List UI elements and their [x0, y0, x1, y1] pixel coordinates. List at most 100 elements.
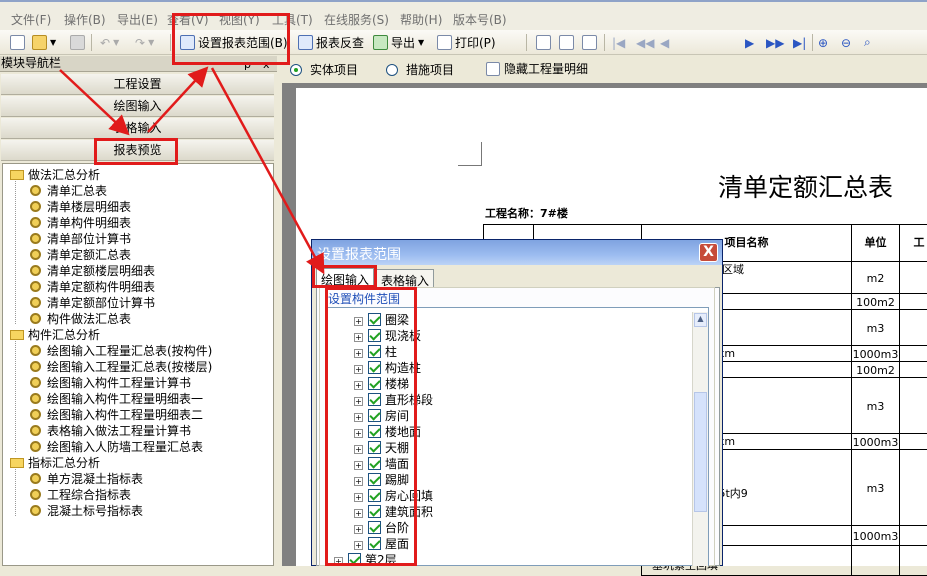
nav-table-input[interactable]: 表格输入 — [1, 118, 274, 139]
expand-icon[interactable]: + — [354, 525, 363, 534]
expand-icon[interactable]: + — [354, 509, 363, 518]
tab-table-input[interactable]: 表格输入 — [376, 269, 435, 288]
tree-item[interactable]: 绘图输入人防墙工程量汇总表 — [30, 440, 203, 454]
component-checkbox-row[interactable]: + 天棚 — [354, 441, 409, 457]
menu-view[interactable]: 查看(V) — [167, 11, 209, 28]
tree-item[interactable]: 清单构件明细表 — [30, 216, 131, 230]
set-report-range-button[interactable]: 设置报表范围(B) — [180, 32, 288, 53]
expand-icon[interactable]: + — [354, 397, 363, 406]
report-check-button[interactable]: 报表反查 — [298, 32, 364, 53]
checkbox[interactable] — [348, 553, 361, 566]
component-checkbox-row[interactable]: + 楼梯 — [354, 377, 409, 393]
expand-icon[interactable]: + — [354, 461, 363, 470]
save-icon[interactable] — [70, 32, 85, 53]
checkbox[interactable] — [368, 473, 381, 486]
expand-icon[interactable]: + — [354, 477, 363, 486]
menu-tools[interactable]: 工具(T) — [272, 11, 313, 28]
menu-operate[interactable]: 操作(B) — [64, 11, 106, 28]
tree-item[interactable]: 工程综合指标表 — [30, 488, 131, 502]
tree-item[interactable]: 绘图输入工程量汇总表(按楼层) — [30, 360, 212, 374]
checkbox[interactable] — [368, 537, 381, 550]
expand-icon[interactable]: + — [354, 445, 363, 454]
scroll-thumb[interactable] — [694, 392, 707, 512]
first-page-icon[interactable]: |◀ — [612, 32, 625, 53]
checkbox[interactable] — [368, 393, 381, 406]
entity-items-radio[interactable]: 实体项目 — [290, 61, 358, 78]
hide-details-button[interactable]: 隐藏工程量明细 — [486, 60, 588, 77]
dialog-close-button[interactable]: X — [699, 243, 718, 262]
expand-icon[interactable]: + — [354, 333, 363, 342]
component-checkbox-row[interactable]: + 踢脚 — [354, 473, 409, 489]
tree-item[interactable]: 清单定额部位计算书 — [30, 296, 155, 310]
nav-drawing-input[interactable]: 绘图输入 — [1, 96, 274, 117]
tree-group[interactable]: 指标汇总分析 — [10, 456, 100, 470]
expand-icon[interactable]: + — [354, 493, 363, 502]
tree-item[interactable]: 混凝土标号指标表 — [30, 504, 143, 518]
checkbox[interactable] — [368, 489, 381, 502]
nav-report-preview[interactable]: 报表预览 — [1, 140, 274, 161]
component-checkbox-row[interactable]: + 构造柱 — [354, 361, 421, 377]
redo-icon[interactable]: ↷ ▼ — [135, 32, 154, 53]
undo-icon[interactable]: ↶ ▼ — [100, 32, 119, 53]
tree-item[interactable]: 清单部位计算书 — [30, 232, 131, 246]
next-fast-icon[interactable]: ▶▶ — [766, 32, 784, 53]
tree-item[interactable]: 绘图输入构件工程量明细表二 — [30, 408, 203, 422]
measure-items-radio[interactable]: 措施项目 — [386, 61, 454, 78]
component-checkbox-row[interactable]: + 圈梁 — [354, 313, 409, 329]
checkbox[interactable] — [368, 409, 381, 422]
tree-item[interactable]: 构件做法汇总表 — [30, 312, 131, 326]
layout-single-icon[interactable] — [536, 32, 551, 53]
checkbox[interactable] — [368, 457, 381, 470]
checkbox[interactable] — [368, 425, 381, 438]
expand-icon[interactable]: + — [354, 381, 363, 390]
close-icon[interactable]: x — [263, 57, 270, 72]
component-checkbox-row[interactable]: + 房心回填 — [354, 489, 433, 505]
floor-checkbox-row[interactable]: + 第2层 — [334, 553, 397, 569]
tree-item[interactable]: 清单定额构件明细表 — [30, 280, 155, 294]
tree-item[interactable]: 表格输入做法工程量计算书 — [30, 424, 191, 438]
tree-group[interactable]: 做法汇总分析 — [10, 168, 100, 182]
expand-icon[interactable]: + — [354, 541, 363, 550]
component-checkbox-row[interactable]: + 柱 — [354, 345, 397, 361]
expand-icon[interactable]: + — [354, 317, 363, 326]
component-checkbox-row[interactable]: + 屋面 — [354, 537, 409, 553]
checkbox[interactable] — [368, 329, 381, 342]
tree-item[interactable]: 单方混凝土指标表 — [30, 472, 143, 486]
prev-fast-icon[interactable]: ◀◀ — [636, 32, 654, 53]
tree-item[interactable]: 清单汇总表 — [30, 184, 107, 198]
zoom-out-icon[interactable]: ⊖ — [841, 32, 851, 53]
print-button[interactable]: 打印(P) — [437, 32, 496, 53]
layout-grid-icon[interactable] — [582, 32, 597, 53]
tree-item[interactable]: 绘图输入构件工程量计算书 — [30, 376, 191, 390]
menu-help[interactable]: 帮助(H) — [400, 11, 442, 28]
component-checkbox-row[interactable]: + 建筑面积 — [354, 505, 433, 521]
menu-export[interactable]: 导出(E) — [117, 11, 158, 28]
last-page-icon[interactable]: ▶| — [793, 32, 806, 53]
zoom-in-icon[interactable]: ⊕ — [818, 32, 828, 53]
checkbox[interactable] — [368, 313, 381, 326]
scroll-up-icon[interactable]: ▲ — [694, 313, 707, 327]
prev-page-icon[interactable]: ◀ — [660, 32, 669, 53]
new-icon[interactable] — [10, 32, 25, 53]
checklist-scrollbar[interactable]: ▲ — [692, 312, 708, 566]
expand-icon[interactable]: + — [354, 365, 363, 374]
checkbox[interactable] — [368, 521, 381, 534]
tab-drawing-input[interactable]: 绘图输入 — [316, 268, 375, 288]
nav-project-settings[interactable]: 工程设置 — [1, 74, 274, 95]
component-checkbox-row[interactable]: + 墙面 — [354, 457, 409, 473]
component-checkbox-row[interactable]: + 楼地面 — [354, 425, 421, 441]
tree-item[interactable]: 清单定额汇总表 — [30, 248, 131, 262]
expand-icon[interactable]: + — [354, 429, 363, 438]
menu-online[interactable]: 在线服务(S) — [324, 11, 389, 28]
open-icon[interactable]: ▼ — [32, 32, 56, 53]
expand-icon[interactable]: + — [354, 413, 363, 422]
tree-item[interactable]: 清单楼层明细表 — [30, 200, 131, 214]
tree-item[interactable]: 绘图输入工程量汇总表(按构件) — [30, 344, 212, 358]
export-button[interactable]: 导出 ▼ — [373, 32, 424, 53]
checkbox[interactable] — [368, 377, 381, 390]
menu-file[interactable]: 文件(F) — [11, 11, 51, 28]
component-checkbox-row[interactable]: + 现浇板 — [354, 329, 421, 345]
component-checkbox-row[interactable]: + 直形梯段 — [354, 393, 433, 409]
expand-icon[interactable]: + — [354, 349, 363, 358]
menu-window[interactable]: 视图(Y) — [219, 11, 260, 28]
